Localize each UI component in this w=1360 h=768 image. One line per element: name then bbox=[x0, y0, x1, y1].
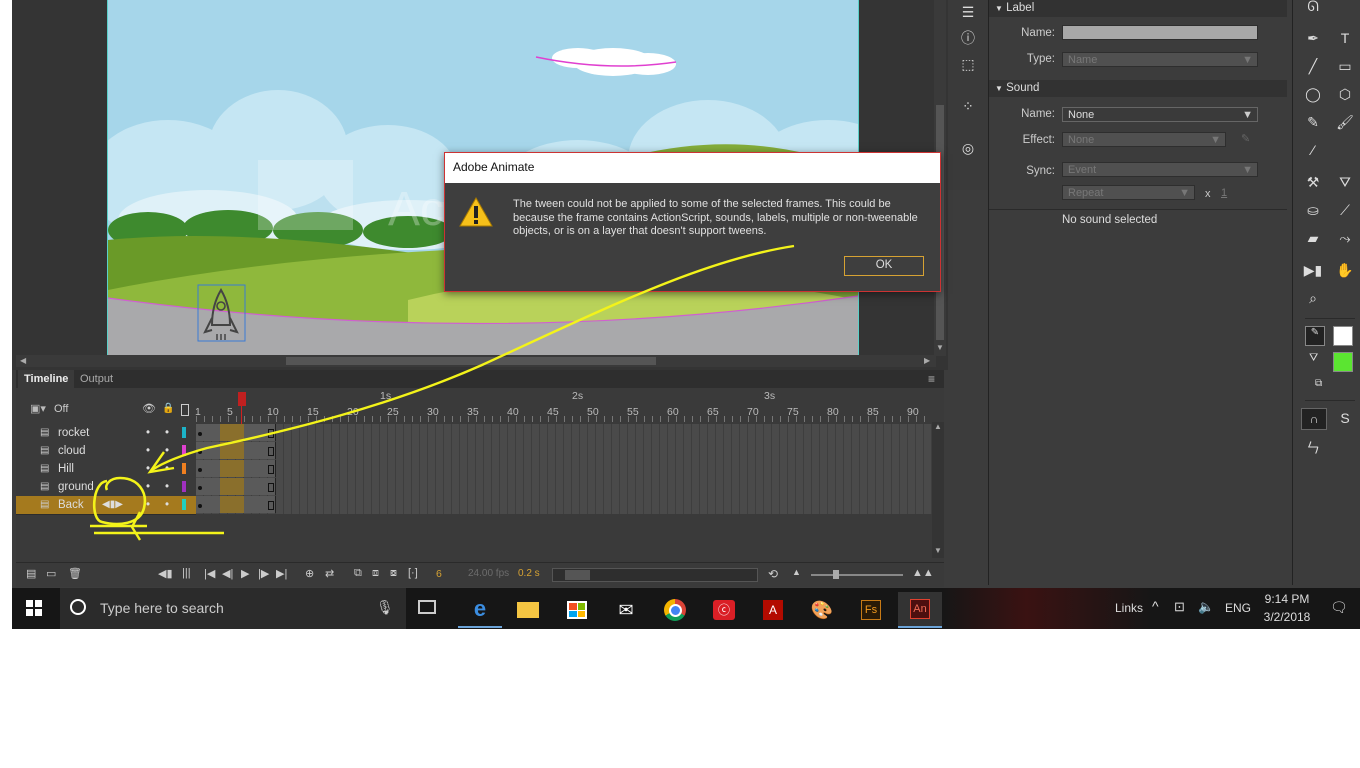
paint-bucket-icon[interactable]: ⛛ bbox=[1333, 170, 1357, 194]
pen-icon[interactable]: ✒ bbox=[1301, 26, 1325, 50]
label-section-header[interactable]: ▼ Label bbox=[989, 0, 1287, 17]
line-icon[interactable]: ╱ bbox=[1301, 54, 1325, 78]
mail-icon[interactable]: ✉ bbox=[604, 592, 648, 628]
repeat-count[interactable]: 1 bbox=[1221, 187, 1227, 199]
bone-icon[interactable]: ⚒ bbox=[1301, 170, 1325, 194]
effect-select[interactable]: None ▼ bbox=[1062, 132, 1226, 147]
cortana-icon bbox=[70, 599, 86, 615]
cc-libraries-icon[interactable]: ◎ bbox=[956, 136, 980, 160]
sound-section-header[interactable]: ▼ Sound bbox=[989, 80, 1287, 97]
paint-brush-icon[interactable]: 🖌 bbox=[1333, 110, 1357, 134]
properties-panel: ▼ Label Name: Type: Name ▼ ▼ Sound Name: … bbox=[988, 0, 1289, 585]
eyedropper-icon[interactable]: ⟋ bbox=[1333, 198, 1357, 222]
creative-cloud-icon[interactable]: ⓒ bbox=[702, 592, 746, 628]
components-icon[interactable]: ⁘ bbox=[956, 94, 980, 118]
task-view-icon[interactable] bbox=[418, 600, 436, 614]
volume-icon[interactable]: 🔈 bbox=[1198, 599, 1214, 615]
eraser-icon[interactable]: ▰ bbox=[1301, 226, 1325, 250]
file-explorer-icon[interactable] bbox=[506, 592, 550, 628]
microphone-icon[interactable]: 🎙 bbox=[376, 599, 394, 616]
clock-date[interactable]: 3/2/2018 bbox=[1262, 610, 1312, 624]
align-icon[interactable]: ☰ bbox=[956, 0, 980, 24]
clock-time[interactable]: 9:14 PM bbox=[1262, 592, 1312, 606]
repeat-select[interactable]: Repeat ▼ bbox=[1062, 185, 1195, 200]
info-icon[interactable]: ⓘ bbox=[956, 26, 980, 50]
label-section-title: Label bbox=[1006, 2, 1035, 14]
label-name-input[interactable] bbox=[1062, 25, 1258, 40]
search-placeholder: Type here to search bbox=[100, 600, 224, 616]
transform-icon[interactable]: ⬚ bbox=[956, 52, 980, 76]
label-type-label: Type: bbox=[1026, 53, 1055, 65]
width-icon[interactable]: ⤳ bbox=[1333, 226, 1357, 250]
effect-label: Effect: bbox=[1022, 134, 1055, 146]
adobe-animate-window: Ac ▼ ◀ ▶ Timeline Output ≡ ▣▾ Off 👁 🔒 1s… bbox=[12, 0, 1360, 629]
polystar-icon[interactable]: ⬡ bbox=[1333, 82, 1357, 106]
camera-tool-icon[interactable]: ▶▮ bbox=[1301, 258, 1325, 282]
acrobat-icon[interactable]: A bbox=[751, 592, 795, 628]
network-icon[interactable]: ⊡ bbox=[1174, 599, 1185, 615]
fill-icon[interactable]: ⛛ bbox=[1309, 352, 1318, 365]
pencil-icon[interactable]: ✎ bbox=[1301, 110, 1325, 134]
yellow-annotation bbox=[90, 244, 795, 541]
sound-name-select[interactable]: None ▼ bbox=[1062, 107, 1258, 122]
straighten-icon[interactable]: ㄣ bbox=[1301, 436, 1325, 460]
search-box[interactable]: Type here to search 🎙 bbox=[60, 588, 406, 629]
label-name-label: Name: bbox=[1021, 27, 1055, 39]
panel-icon-strip: ☰ ⓘ ⬚ ⁘ ◎ bbox=[948, 0, 988, 190]
smooth-icon[interactable]: S bbox=[1333, 406, 1357, 430]
brush-icon[interactable]: ⁄ bbox=[1301, 138, 1325, 162]
language-indicator[interactable]: ENG bbox=[1225, 601, 1251, 615]
fuse-icon[interactable]: Fs bbox=[849, 592, 893, 628]
notifications-icon[interactable]: 🗨 bbox=[1330, 599, 1348, 616]
chrome-icon[interactable] bbox=[653, 592, 697, 628]
label-type-select[interactable]: Name ▼ bbox=[1062, 52, 1258, 67]
sound-name-label: Name: bbox=[1021, 108, 1055, 120]
edge-icon[interactable]: e bbox=[458, 592, 502, 628]
windows-taskbar: Type here to search 🎙 e ✉ ⓒ A 🎨 Fs An Li… bbox=[12, 588, 1360, 629]
no-sound-text: No sound selected bbox=[1062, 214, 1158, 226]
chevron-up-icon[interactable]: ^ bbox=[1152, 598, 1159, 614]
sync-label: Sync: bbox=[1026, 165, 1055, 177]
store-icon[interactable] bbox=[555, 592, 599, 628]
hand-icon[interactable]: ✋ bbox=[1333, 258, 1357, 282]
lasso-icon[interactable]: ᘏ bbox=[1301, 0, 1325, 18]
animate-icon[interactable]: An bbox=[898, 592, 942, 628]
sync-select[interactable]: Event ▼ bbox=[1062, 162, 1258, 177]
fill-color-swatch[interactable] bbox=[1333, 352, 1353, 372]
rectangle-icon[interactable]: ▭ bbox=[1333, 54, 1357, 78]
sound-section-title: Sound bbox=[1006, 82, 1040, 94]
oval-icon[interactable]: ◯ bbox=[1301, 82, 1325, 106]
text-icon[interactable]: T bbox=[1333, 26, 1357, 50]
stroke-color-swatch[interactable]: ✎ bbox=[1305, 326, 1325, 346]
links-toolbar[interactable]: Links bbox=[1115, 601, 1143, 615]
ink-bottle-icon[interactable]: ⛀ bbox=[1301, 198, 1325, 222]
edit-envelope-icon[interactable]: ✎ bbox=[1241, 132, 1250, 145]
start-icon[interactable] bbox=[26, 600, 42, 616]
swap-colors-icon[interactable]: ⧉ bbox=[1315, 378, 1322, 389]
tools-panel: ᘏ ✒ T ╱ ▭ ◯ ⬡ ✎ 🖌 ⁄ ⚒ ⛛ ⛀ ⟋ ▰ ⤳ ▶▮ ✋ ⌕ ✎… bbox=[1292, 0, 1360, 585]
snap-magnet-icon[interactable]: ∩ bbox=[1301, 408, 1327, 430]
zoom-icon[interactable]: ⌕ bbox=[1301, 286, 1325, 310]
divider bbox=[989, 209, 1287, 210]
stroke-color-value[interactable] bbox=[1333, 326, 1353, 346]
paint-icon[interactable]: 🎨 bbox=[800, 592, 844, 628]
repeat-x-label: x bbox=[1205, 188, 1211, 200]
